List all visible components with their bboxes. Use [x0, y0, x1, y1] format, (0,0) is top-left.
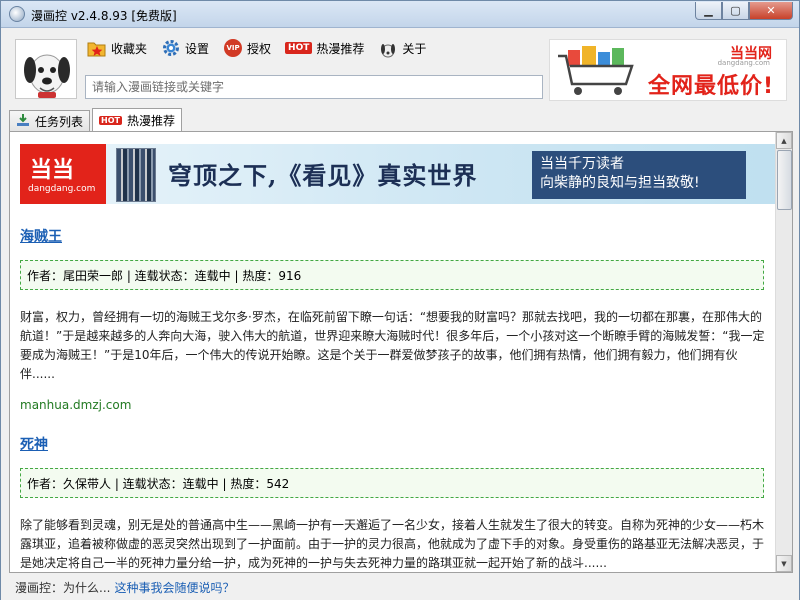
list-item: 海贼王 作者：尾田荣一郎 | 连载状态：连载中 | 热度：916 财富，权力，曾… — [20, 204, 766, 412]
window-title: 漫画控 v2.4.8.93 [免费版] — [31, 9, 177, 23]
banner-tagline-1: 当当千万读者 — [540, 156, 624, 172]
tab-hot-recommend-label: 热漫推荐 — [126, 114, 175, 128]
tab-task-list[interactable]: 任务列表 — [9, 110, 91, 131]
avatar — [15, 39, 77, 99]
header-area: 收藏夹 设置 VIP 授权 HOT 热漫推荐 关于 请输入漫画链接或关键字 当当… — [1, 29, 799, 105]
banner-tagline-box: 当当千万读者 向柴静的良知与担当致敬! — [532, 151, 746, 199]
app-window: 漫画控 v2.4.8.93 [免费版] ▁ ▢ ✕ 收藏夹 设置 VIP 授权 … — [0, 0, 800, 600]
hot-icon: HOT — [99, 116, 122, 125]
minimize-button[interactable]: ▁ — [695, 2, 722, 20]
gear-icon — [161, 38, 181, 58]
comic-meta-box: 作者：久保带人 | 连载状态：连载中 | 热度：542 — [20, 468, 764, 498]
status-text: 漫画控：为什么... — [15, 581, 111, 595]
vertical-scrollbar[interactable]: ▲ ▼ — [775, 132, 792, 572]
recommend-list: 当当 dangdang.com 穹顶之下,《看见》真实世界 当当千万读者 向柴静… — [10, 132, 776, 572]
about-button[interactable]: 关于 — [378, 37, 426, 59]
hot-recommend-button[interactable]: HOT 热漫推荐 — [285, 37, 364, 59]
content-panel: 当当 dangdang.com 穹顶之下,《看见》真实世界 当当千万读者 向柴静… — [9, 131, 793, 573]
scroll-up-arrow-icon[interactable]: ▲ — [776, 132, 792, 149]
top-ad-banner[interactable]: 当当网 dangdang.com 全网最低价! — [549, 39, 787, 101]
dangdang-logo: 当当 dangdang.com — [20, 144, 106, 204]
tab-hot-recommend[interactable]: HOT 热漫推荐 — [92, 108, 182, 132]
search-input[interactable] — [85, 75, 543, 99]
tab-task-list-label: 任务列表 — [35, 114, 84, 129]
comic-description: 财富，权力，曾经拥有一切的海贼王戈尔多·罗杰，在临死前留下瞭一句话：“想要我的财… — [20, 310, 765, 381]
window-controls: ▁ ▢ ✕ — [695, 2, 793, 20]
app-icon — [9, 6, 25, 22]
shopping-cart-icon — [558, 46, 634, 95]
comic-title-link[interactable]: 死神 — [20, 434, 48, 454]
about-icon — [378, 38, 398, 58]
banner-tagline-2: 向柴静的良知与担当致敬! — [540, 175, 700, 191]
comic-description: 除了能够看到灵魂，别无是处的普通高中生——黑崎一护有一天邂逅了一名少女，接着人生… — [20, 518, 765, 570]
list-item: 死神 作者：久保带人 | 连载状态：连载中 | 热度：542 除了能够看到灵魂，… — [20, 412, 766, 572]
maximize-button[interactable]: ▢ — [722, 2, 749, 20]
folder-star-icon — [87, 38, 107, 58]
status-link[interactable]: 这种事我会随便说吗？ — [114, 579, 234, 596]
scrollbar-thumb[interactable] — [777, 150, 792, 210]
vip-badge: VIP — [224, 39, 243, 57]
dangdang-banner-ad[interactable]: 当当 dangdang.com 穹顶之下,《看见》真实世界 当当千万读者 向柴静… — [20, 144, 776, 204]
close-button[interactable]: ✕ — [749, 2, 793, 20]
ad-brand-sub: dangdang.com — [717, 59, 770, 67]
ad-slogan: 全网最低价! — [647, 74, 774, 99]
banner-logo-sub: dangdang.com — [28, 184, 96, 194]
authorize-button[interactable]: VIP 授权 — [223, 37, 271, 59]
banner-logo-text: 当当 — [30, 158, 75, 183]
comic-meta-box: 作者：尾田荣一郎 | 连载状态：连载中 | 热度：916 — [20, 260, 764, 290]
book-stack-image — [116, 148, 156, 202]
dog-mascot-icon — [24, 54, 70, 98]
comic-title-link[interactable]: 海贼王 — [20, 226, 62, 246]
favorites-button[interactable]: 收藏夹 — [87, 37, 147, 59]
title-bar[interactable]: 漫画控 v2.4.8.93 [免费版] ▁ ▢ ✕ — [1, 1, 799, 28]
favorites-label: 收藏夹 — [111, 41, 148, 56]
tab-strip: 任务列表 HOT 热漫推荐 — [9, 107, 184, 132]
vip-icon: VIP — [223, 38, 243, 58]
authorize-label: 授权 — [247, 41, 272, 56]
download-icon — [16, 113, 30, 130]
hot-icon: HOT — [285, 42, 313, 54]
settings-button[interactable]: 设置 — [161, 37, 209, 59]
status-bar: 漫画控：为什么... 这种事我会随便说吗？ — [1, 575, 799, 600]
scroll-down-arrow-icon[interactable]: ▼ — [776, 555, 792, 572]
toolbar: 收藏夹 设置 VIP 授权 HOT 热漫推荐 关于 — [87, 37, 426, 59]
settings-label: 设置 — [185, 41, 210, 56]
about-label: 关于 — [402, 41, 427, 56]
hot-recommend-label: 热漫推荐 — [316, 41, 365, 56]
comic-source: manhua.dmzj.com — [20, 398, 132, 412]
banner-headline: 穹顶之下,《看见》真实世界 — [168, 161, 478, 190]
